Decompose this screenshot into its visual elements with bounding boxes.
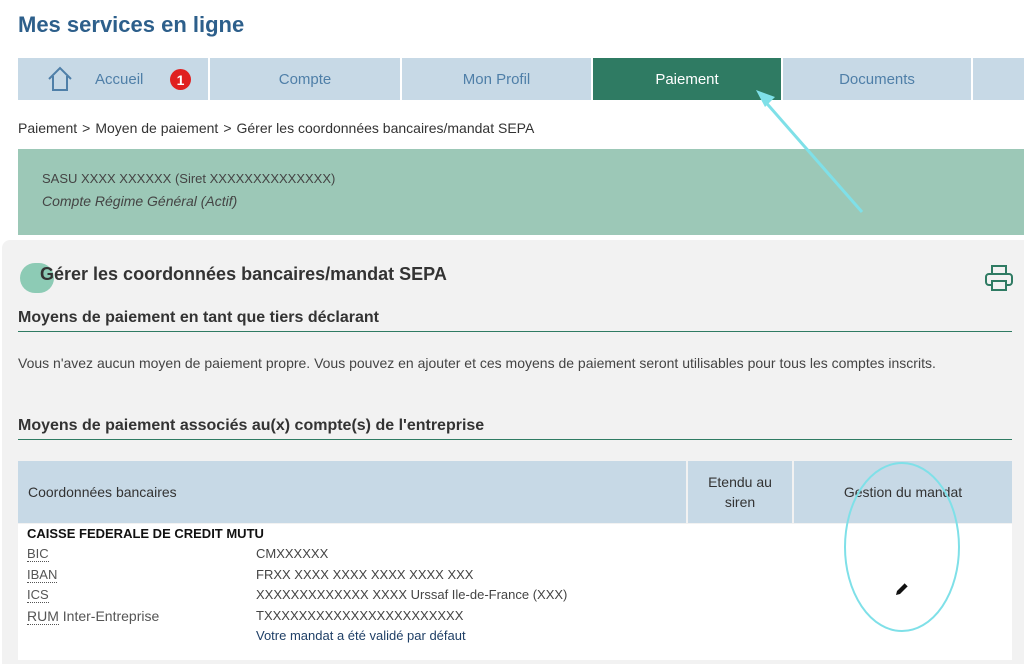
account-banner: SASU XXXX XXXXXX (Siret XXXXXXXXXXXXXX) … — [18, 149, 1024, 235]
rum-value: TXXXXXXXXXXXXXXXXXXXXXXX — [256, 608, 464, 623]
tab-documents[interactable]: Documents — [783, 58, 971, 100]
account-regime: Compte Régime Général (Actif) — [42, 193, 238, 209]
pencil-icon[interactable] — [894, 581, 910, 597]
ics-label: ICS — [27, 587, 49, 603]
tab-paiement[interactable]: Paiement — [593, 58, 781, 100]
subsection-divider — [18, 331, 1012, 332]
subsection-tiers-title: Moyens de paiement en tant que tiers déc… — [18, 309, 379, 326]
bic-value: CMXXXXXX — [256, 546, 329, 561]
breadcrumb-separator: > — [223, 120, 232, 136]
tab-accueil[interactable]: Accueil 1 — [18, 58, 208, 100]
tab-accueil-label: Accueil — [95, 71, 144, 88]
iban-label: IBAN — [27, 567, 58, 583]
printer-icon[interactable] — [984, 264, 1014, 292]
home-icon — [48, 66, 72, 91]
column-header-etendu: Etendu au siren — [688, 461, 792, 523]
subsection-divider — [18, 439, 1012, 440]
company-name: SASU XXXX XXXXXX (Siret XXXXXXXXXXXXXX) — [42, 171, 336, 186]
column-header-gestion: Gestion du mandat — [794, 461, 1012, 523]
ics-value: XXXXXXXXXXXXX XXXX Urssaf Ile-de-France … — [256, 587, 568, 602]
iban-value: FRXX XXXX XXXX XXXX XXXX XXX — [256, 567, 474, 582]
bank-name: CAISSE FEDERALE DE CREDIT MUTU — [27, 526, 264, 541]
tab-compte[interactable]: Compte — [210, 58, 400, 100]
tab-mon-profil[interactable]: Mon Profil — [402, 58, 591, 100]
notification-badge: 1 — [170, 69, 191, 90]
breadcrumb-item-paiement[interactable]: Paiement — [18, 120, 77, 136]
breadcrumb-item-moyen[interactable]: Moyen de paiement — [95, 120, 218, 136]
bic-label: BIC — [27, 546, 49, 562]
subsection-entreprise-title: Moyens de paiement associés au(x) compte… — [18, 417, 485, 434]
section-title: Gérer les coordonnées bancaires/mandat S… — [40, 264, 447, 284]
breadcrumb-item-current: Gérer les coordonnées bancaires/mandat S… — [236, 120, 535, 136]
breadcrumb: Paiement > Moyen de paiement > Gérer les coo… — [18, 120, 534, 136]
rum-suffix: Inter-Entreprise — [62, 608, 160, 624]
mandat-note: Votre mandat a été validé par défaut — [256, 628, 466, 643]
tab-more[interactable] — [973, 58, 1024, 100]
info-text: Vous n'avez aucun moyen de paiement prop… — [18, 355, 936, 371]
breadcrumb-separator: > — [82, 120, 91, 136]
column-header-coordonnees: Coordonnées bancaires — [18, 461, 686, 523]
main-nav: Accueil 1 Compte Mon Profil Paiement Doc… — [18, 58, 1024, 100]
page-title: Mes services en ligne — [18, 12, 245, 37]
table-row: CAISSE FEDERALE DE CREDIT MUTU BIC CMXXX… — [18, 524, 1012, 660]
rum-label: RUM Inter-Entreprise — [27, 608, 160, 625]
